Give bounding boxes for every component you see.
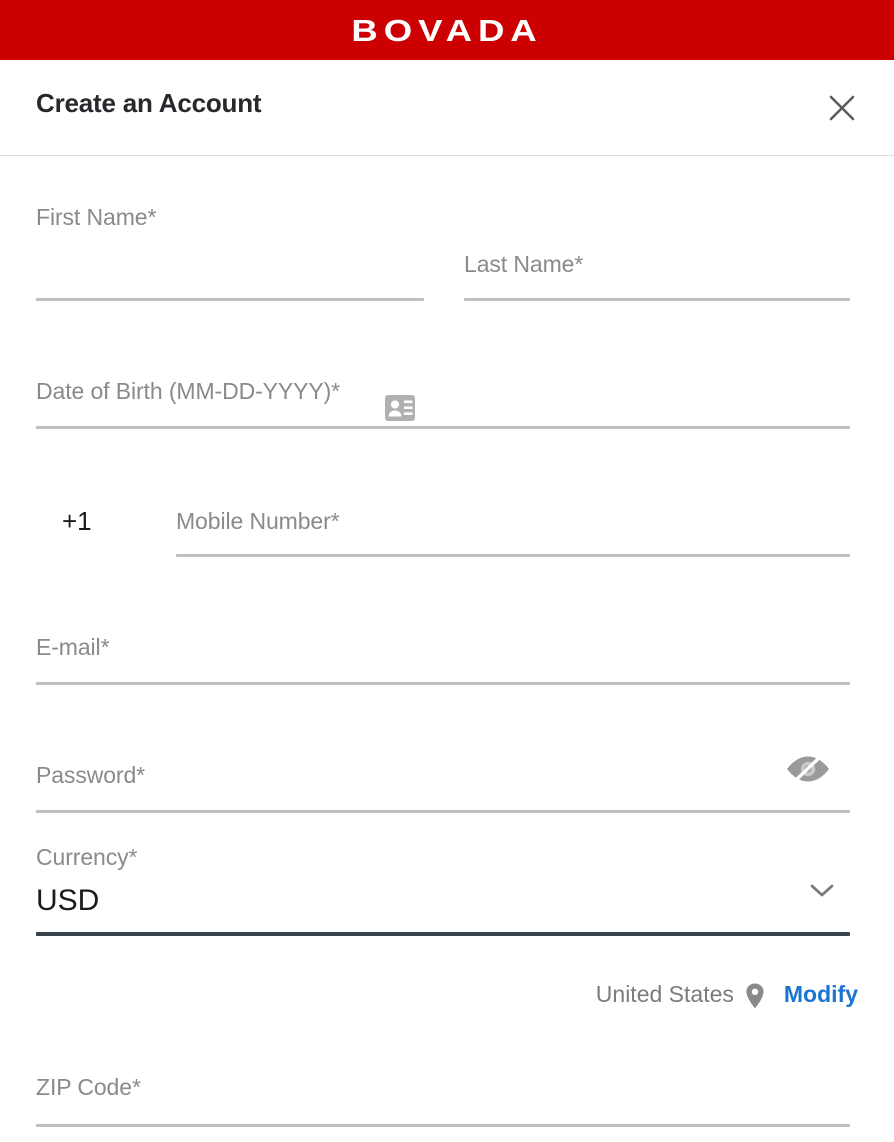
mobile-number-underline (176, 554, 850, 557)
first-name-label: First Name* (36, 204, 157, 230)
brand-header-bar: BOVADA (0, 0, 894, 60)
password-underline (36, 810, 850, 813)
country-calling-code[interactable]: +1 (62, 506, 92, 537)
currency-label: Currency* (36, 844, 138, 870)
zip-code-label: ZIP Code* (36, 1074, 141, 1100)
close-icon (829, 95, 855, 121)
contact-card-icon[interactable] (383, 392, 417, 429)
email-underline (36, 682, 850, 685)
last-name-underline (464, 298, 850, 301)
close-button[interactable] (820, 86, 864, 130)
email-label: E-mail* (36, 634, 110, 660)
date-of-birth-underline (36, 426, 850, 429)
zip-code-underline (36, 1124, 850, 1127)
chevron-down-icon[interactable] (809, 882, 835, 905)
country-name: United States (595, 980, 734, 1007)
eye-off-icon[interactable] (783, 749, 833, 794)
dialog-header: Create an Account (0, 60, 894, 156)
page-title: Create an Account (36, 88, 262, 118)
currency-value: USD (36, 884, 100, 917)
mobile-number-label: Mobile Number* (176, 508, 340, 534)
date-of-birth-label: Date of Birth (MM-DD-YYYY)* (36, 378, 341, 404)
map-pin-icon (744, 982, 766, 1010)
create-account-page: BOVADA Create an Account First Name* Las… (0, 0, 894, 1142)
currency-underline (36, 932, 850, 936)
bovada-logo: BOVADA (351, 12, 543, 48)
first-name-underline (36, 298, 424, 301)
modify-location-link[interactable]: Modify (784, 981, 858, 1008)
last-name-label: Last Name* (464, 251, 584, 277)
location-row: United States Modify (595, 980, 858, 1010)
password-label: Password* (36, 762, 146, 788)
